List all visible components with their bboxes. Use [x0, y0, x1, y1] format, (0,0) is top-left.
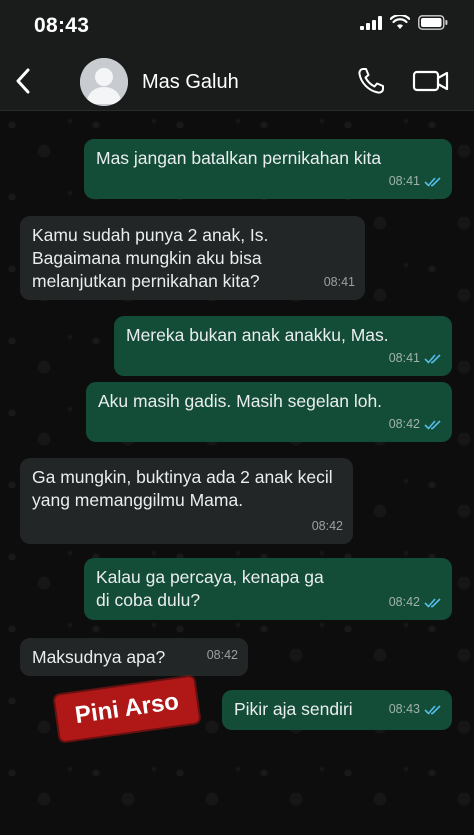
double-check-icon — [424, 705, 441, 715]
message-text: Ga mungkin, buktinya ada 2 anak kecil ya… — [32, 467, 333, 510]
phone-icon — [358, 68, 384, 94]
message-time: 08:41 — [323, 275, 355, 289]
signal-icon — [360, 15, 382, 30]
video-camera-icon — [412, 70, 449, 92]
message-text: Kalau ga percaya, kenapa ga di coba dulu… — [96, 567, 324, 610]
message-bubble-incoming[interactable]: Ga mungkin, buktinya ada 2 anak kecil ya… — [20, 458, 353, 544]
video-call-button[interactable] — [412, 66, 450, 96]
message-text: Aku masih gadis. Masih segelan loh. — [98, 391, 383, 411]
message-meta: 08:42 — [389, 413, 442, 436]
message-bubble-outgoing[interactable]: Mereka bukan anak anakku, Mas. 08:41 — [114, 316, 452, 376]
message-time: 08:42 — [388, 595, 420, 609]
message-meta: 08:42 — [207, 644, 238, 667]
voice-call-button[interactable] — [356, 66, 386, 96]
message-bubble-outgoing[interactable]: Pikir aja sendiri 08:43 — [222, 690, 452, 730]
chat-header: Mas Galuh — [0, 52, 474, 111]
double-check-icon — [424, 598, 441, 608]
message-text: Pikir aja sendiri — [234, 699, 353, 719]
avatar-icon — [80, 58, 128, 106]
message-text: Mas jangan batalkan pernikahan kita — [96, 148, 382, 168]
message-bubble-outgoing[interactable]: Kalau ga percaya, kenapa ga di coba dulu… — [84, 558, 452, 620]
message-bubble-incoming[interactable]: Kamu sudah punya 2 anak, Is. Bagaimana m… — [20, 216, 365, 300]
message-text: Kamu sudah punya 2 anak, Is. Bagaimana m… — [32, 225, 269, 291]
message-meta: 08:41 — [389, 347, 442, 370]
message-meta: 08:43 — [389, 698, 442, 721]
message-meta: 08:42 — [389, 591, 442, 614]
message-time: 08:42 — [311, 519, 343, 533]
message-bubble-outgoing[interactable]: Aku masih gadis. Masih segelan loh. 08:4… — [86, 382, 452, 442]
status-time: 08:43 — [34, 14, 90, 37]
watermark-text: Pini Arso — [73, 687, 181, 730]
contact-name[interactable]: Mas Galuh — [142, 71, 239, 94]
message-meta: 08:41 — [324, 271, 355, 294]
status-icons — [360, 15, 448, 30]
back-button[interactable] — [8, 62, 38, 100]
message-time: 08:43 — [388, 702, 420, 716]
double-check-icon — [424, 420, 441, 430]
message-meta: 08:41 — [389, 170, 442, 193]
message-time: 08:41 — [388, 174, 420, 188]
double-check-icon — [424, 177, 441, 187]
message-text: Maksudnya apa? — [32, 647, 166, 667]
double-check-icon — [424, 354, 441, 364]
wifi-icon — [390, 15, 410, 29]
message-time: 08:42 — [388, 417, 420, 431]
message-meta: 08:42 — [312, 515, 343, 538]
status-bar: 08:43 — [0, 0, 474, 52]
message-bubble-incoming[interactable]: Maksudnya apa? 08:42 — [20, 638, 248, 676]
message-bubble-outgoing[interactable]: Mas jangan batalkan pernikahan kita 08:4… — [84, 139, 452, 199]
back-chevron-icon — [16, 68, 30, 94]
message-text: Mereka bukan anak anakku, Mas. — [126, 325, 389, 345]
avatar[interactable] — [80, 58, 128, 106]
message-time: 08:41 — [388, 351, 420, 365]
message-time: 08:42 — [206, 648, 238, 662]
battery-icon — [418, 15, 448, 30]
